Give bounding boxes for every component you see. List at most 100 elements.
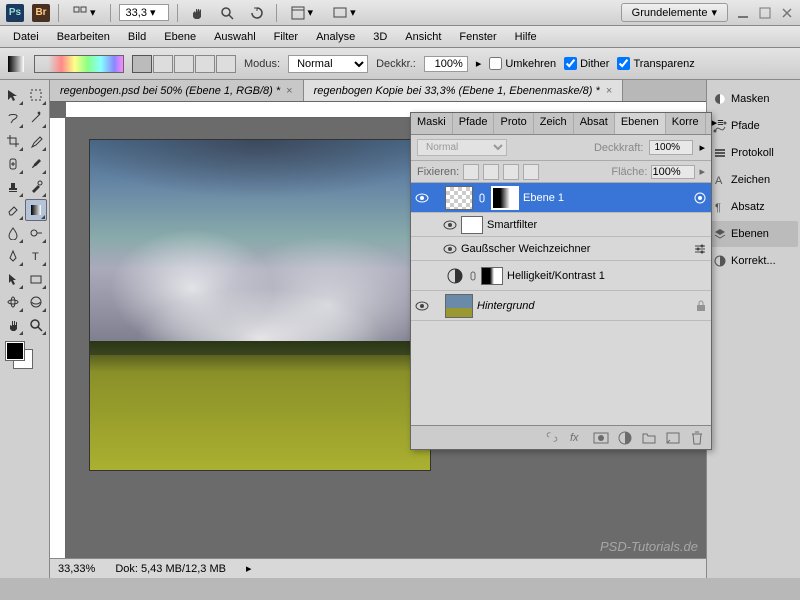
dock-korrekturen[interactable]: Korrekt...: [709, 248, 798, 274]
transparency-checkbox[interactable]: Transparenz: [617, 57, 694, 70]
layer-row-smartfilter[interactable]: Smartfilter: [411, 213, 711, 237]
menu-hilfe[interactable]: Hilfe: [506, 28, 546, 46]
menu-fenster[interactable]: Fenster: [450, 28, 505, 46]
layer-thumbnail[interactable]: [445, 294, 473, 318]
mask-thumbnail[interactable]: [481, 267, 503, 285]
link-layers-button[interactable]: [545, 430, 561, 446]
marquee-tool[interactable]: [25, 84, 47, 106]
layer-thumbnail[interactable]: [445, 186, 473, 210]
screen-mode-dropdown[interactable]: ▾: [327, 4, 362, 22]
menu-bearbeiten[interactable]: Bearbeiten: [48, 28, 119, 46]
canvas[interactable]: [90, 140, 430, 470]
reverse-checkbox[interactable]: Umkehren: [489, 57, 556, 70]
dock-absatz[interactable]: ¶Absatz: [709, 194, 798, 220]
crop-tool[interactable]: [2, 130, 24, 152]
zoom-tool-button[interactable]: [216, 4, 238, 22]
layer-row-hintergrund[interactable]: Hintergrund: [411, 291, 711, 321]
lock-pixels-button[interactable]: [483, 164, 499, 180]
radial-gradient-button[interactable]: [153, 55, 173, 73]
dock-zeichen[interactable]: AZeichen: [709, 167, 798, 193]
menu-datei[interactable]: Datei: [4, 28, 48, 46]
diamond-gradient-button[interactable]: [216, 55, 236, 73]
new-group-button[interactable]: [641, 430, 657, 446]
mask-thumbnail[interactable]: [491, 186, 519, 210]
layer-opacity-input[interactable]: [649, 140, 693, 155]
document-tab-2[interactable]: regenbogen Kopie bei 33,3% (Ebene 1, Ebe…: [304, 80, 624, 101]
zoom-tool[interactable]: [25, 314, 47, 336]
panel-tab-absatz[interactable]: Absat: [574, 113, 615, 134]
lasso-tool[interactable]: [2, 107, 24, 129]
lock-transparency-button[interactable]: [463, 164, 479, 180]
dock-masken[interactable]: Masken: [709, 86, 798, 112]
panel-tab-masken[interactable]: Maski: [411, 113, 453, 134]
brush-tool[interactable]: [25, 153, 47, 175]
3d-orbit-tool[interactable]: [25, 291, 47, 313]
new-adjustment-button[interactable]: [617, 430, 633, 446]
panel-tab-korrekturen[interactable]: Korre: [666, 113, 706, 134]
panel-tab-zeichen[interactable]: Zeich: [534, 113, 574, 134]
panel-tab-ebenen[interactable]: Ebenen: [615, 113, 666, 134]
layer-name[interactable]: Ebene 1: [523, 192, 564, 204]
opacity-input[interactable]: [424, 56, 468, 72]
gradient-picker[interactable]: [34, 55, 124, 73]
wand-tool[interactable]: [25, 107, 47, 129]
layer-name[interactable]: Helligkeit/Kontrast 1: [507, 270, 605, 282]
layer-row-helligkeit[interactable]: Helligkeit/Kontrast 1: [411, 261, 711, 291]
pen-tool[interactable]: [2, 245, 24, 267]
lock-all-button[interactable]: [523, 164, 539, 180]
panel-tab-protokoll[interactable]: Proto: [494, 113, 533, 134]
minimize-button[interactable]: [736, 6, 750, 20]
reflected-gradient-button[interactable]: [195, 55, 215, 73]
eyedropper-tool[interactable]: [25, 130, 47, 152]
close-tab-icon[interactable]: ×: [606, 85, 612, 97]
panel-tab-pfade[interactable]: Pfade: [453, 113, 495, 134]
visibility-toggle-icon[interactable]: [443, 242, 457, 256]
linear-gradient-button[interactable]: [132, 55, 152, 73]
dodge-tool[interactable]: [25, 222, 47, 244]
bridge-logo-icon[interactable]: Br: [32, 4, 50, 22]
dock-protokoll[interactable]: Protokoll: [709, 140, 798, 166]
angle-gradient-button[interactable]: [174, 55, 194, 73]
zoom-status[interactable]: 33,33%: [58, 563, 95, 575]
delete-layer-button[interactable]: [689, 430, 705, 446]
close-button[interactable]: [780, 6, 794, 20]
menu-ebene[interactable]: Ebene: [155, 28, 205, 46]
fill-input[interactable]: [651, 165, 695, 179]
menu-filter[interactable]: Filter: [265, 28, 307, 46]
filter-mask-thumbnail[interactable]: [461, 216, 483, 234]
menu-auswahl[interactable]: Auswahl: [205, 28, 265, 46]
gradient-tool[interactable]: [25, 199, 47, 221]
menu-bild[interactable]: Bild: [119, 28, 155, 46]
filter-options-icon[interactable]: [693, 242, 707, 256]
layer-name[interactable]: Smartfilter: [487, 219, 537, 231]
visibility-toggle-icon[interactable]: [443, 218, 457, 232]
rotate-view-button[interactable]: [246, 4, 268, 22]
visibility-toggle-empty[interactable]: [415, 269, 429, 283]
eraser-tool[interactable]: [2, 199, 24, 221]
layer-blend-mode-select[interactable]: Normal: [417, 139, 507, 156]
menu-ansicht[interactable]: Ansicht: [396, 28, 450, 46]
view-extras-dropdown[interactable]: ▾: [67, 4, 102, 22]
doc-size-status[interactable]: Dok: 5,43 MB/12,3 MB: [115, 563, 226, 575]
foreground-color[interactable]: [6, 342, 24, 360]
layer-name[interactable]: Gaußscher Weichzeichner: [461, 243, 590, 255]
arrange-documents-dropdown[interactable]: ▾: [285, 4, 320, 22]
move-tool[interactable]: [2, 84, 24, 106]
layer-row-ebene1[interactable]: Ebene 1: [411, 183, 711, 213]
menu-analyse[interactable]: Analyse: [307, 28, 364, 46]
dock-ebenen[interactable]: Ebenen: [709, 221, 798, 247]
vertical-ruler[interactable]: [50, 118, 66, 558]
layer-style-button[interactable]: fx: [569, 430, 585, 446]
hand-tool[interactable]: [2, 314, 24, 336]
type-tool[interactable]: T: [25, 245, 47, 267]
visibility-toggle-icon[interactable]: [415, 299, 429, 313]
color-swatches[interactable]: [2, 342, 47, 372]
dither-checkbox[interactable]: Dither: [564, 57, 609, 70]
healing-tool[interactable]: [2, 153, 24, 175]
panel-menu-button[interactable]: ▸≡: [706, 113, 730, 134]
workspace-switcher[interactable]: Grundelemente ▾: [621, 3, 728, 22]
menu-3d[interactable]: 3D: [364, 28, 396, 46]
document-tab-1[interactable]: regenbogen.psd bei 50% (Ebene 1, RGB/8) …: [50, 80, 304, 101]
close-tab-icon[interactable]: ×: [286, 85, 292, 97]
add-mask-button[interactable]: [593, 430, 609, 446]
